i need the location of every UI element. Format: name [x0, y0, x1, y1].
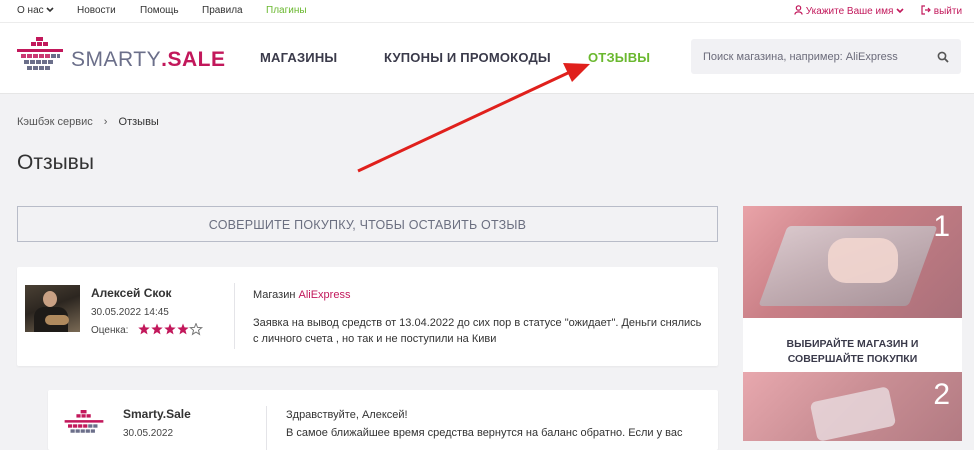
- step-1-number: 1: [933, 210, 950, 243]
- reply-card: Smarty.Sale 30.05.2022 Здравствуйте, Але…: [48, 390, 718, 450]
- step-1-text-line-1: ВЫБИРАЙТЕ МАГАЗИН И: [786, 338, 919, 350]
- plugins-link[interactable]: Плагины: [266, 5, 307, 16]
- breadcrumb-home[interactable]: Кэшбэк сервис: [17, 116, 93, 128]
- shop-link[interactable]: AliExpress: [299, 289, 351, 301]
- chevron-down-icon: [46, 7, 54, 13]
- nav-reviews[interactable]: ОТЗЫВЫ: [588, 50, 650, 65]
- top-utility-bar: О нас Новости Помощь Правила Плагины Ука…: [0, 0, 974, 23]
- review-text-line-2: с личного счета , но так и не поступили …: [253, 333, 497, 345]
- news-link[interactable]: Новости: [77, 5, 116, 16]
- logout-link[interactable]: выйти: [921, 5, 962, 17]
- search-icon[interactable]: [937, 51, 949, 63]
- star-filled-icon: [164, 323, 176, 335]
- page-title: Отзывы: [17, 151, 94, 174]
- breadcrumb: Кэшбэк сервис › Отзывы: [17, 116, 159, 128]
- basket-logo-icon: [17, 37, 63, 70]
- about-label: О нас: [17, 5, 44, 16]
- breadcrumb-current: Отзывы: [118, 116, 159, 128]
- breadcrumb-separator: ›: [103, 116, 108, 128]
- help-link[interactable]: Помощь: [140, 5, 179, 16]
- star-filled-icon: [177, 323, 189, 335]
- reply-date: 30.05.2022: [123, 428, 174, 439]
- reply-text-line-1: В самое ближайшее время средства вернутс…: [286, 427, 683, 439]
- star-filled-icon: [138, 323, 150, 335]
- logo[interactable]: SMARTY.SALE: [17, 37, 226, 77]
- nav-stores[interactable]: МАГАЗИНЫ: [260, 50, 337, 65]
- divider: [234, 283, 235, 349]
- review-author: Алексей Скок: [91, 286, 172, 300]
- step-1-caption: ВЫБИРАЙТЕ МАГАЗИН И СОВЕРШАЙТЕ ПОКУПКИ: [743, 318, 962, 372]
- leave-review-button[interactable]: СОВЕРШИТЕ ПОКУПКУ, ЧТОБЫ ОСТАВИТЬ ОТЗЫВ: [17, 206, 718, 242]
- about-menu[interactable]: О нас: [17, 5, 54, 16]
- divider: [266, 406, 267, 450]
- rules-link[interactable]: Правила: [202, 5, 243, 16]
- step-2-photo: 2: [743, 372, 962, 441]
- step-1-photo: 1: [743, 206, 962, 318]
- user-icon: [794, 5, 803, 15]
- review-date: 30.05.2022 14:45: [91, 307, 169, 318]
- smarty-logo-icon: [64, 410, 104, 433]
- star-empty-icon: [188, 322, 204, 336]
- reply-greeting: Здравствуйте, Алексей!: [286, 409, 408, 421]
- avatar: [25, 285, 80, 332]
- rating-label: Оценка:: [91, 325, 129, 336]
- main-header: SMARTY.SALE МАГАЗИНЫ КУПОНЫ И ПРОМОКОДЫ …: [0, 23, 974, 94]
- step-2-number: 2: [933, 378, 950, 411]
- logo-text-sale: .SALE: [161, 48, 226, 71]
- reply-author: Smarty.Sale: [123, 407, 191, 421]
- logo-text-smarty: SMARTY: [71, 48, 162, 71]
- logout-icon: [921, 5, 931, 15]
- review-card: Алексей Скок 30.05.2022 14:45 Оценка: Ма…: [17, 267, 718, 366]
- search-input[interactable]: [691, 39, 933, 74]
- user-name-menu[interactable]: Укажите Ваше имя: [794, 5, 904, 17]
- star-filled-icon: [151, 323, 163, 335]
- review-shop: Магазин AliExpress: [253, 287, 350, 304]
- step-1-text-line-2: СОВЕРШАЙТЕ ПОКУПКИ: [787, 353, 918, 365]
- search-box: [691, 39, 961, 74]
- how-it-works-banner: 1 ВЫБИРАЙТЕ МАГАЗИН И СОВЕРШАЙТЕ ПОКУПКИ…: [743, 206, 962, 441]
- logout-label: выйти: [933, 6, 963, 17]
- nav-coupons[interactable]: КУПОНЫ И ПРОМОКОДЫ: [384, 50, 551, 65]
- chevron-down-icon: [896, 8, 904, 14]
- shop-label: Магазин: [253, 289, 296, 301]
- rating-stars: [138, 322, 206, 341]
- review-text-line-1: Заявка на вывод средств от 13.04.2022 до…: [253, 317, 702, 329]
- user-name-label: Укажите Ваше имя: [805, 6, 894, 17]
